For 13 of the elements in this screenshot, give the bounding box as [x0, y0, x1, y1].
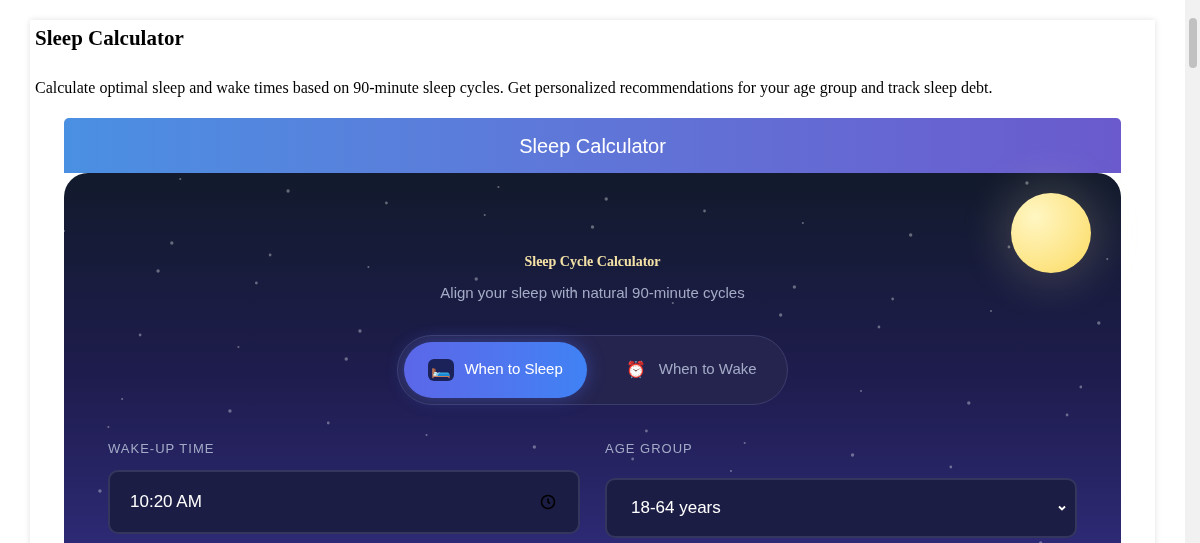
- page-description: Calculate optimal sleep and wake times based on 90-minute sleep cycles. Get personalized recommendations for your age group and track sleep debt.: [35, 78, 994, 98]
- field-label: AGE GROUP: [605, 439, 694, 458]
- widget-header: Sleep Calculator: [64, 118, 1121, 173]
- page-title: Sleep Calculator: [35, 25, 185, 51]
- clock-icon: [540, 494, 556, 510]
- mode-tab[interactable]: 🛏 When to Sleep: [404, 341, 587, 398]
- mode-tab[interactable]: ⏰ When to Wake: [598, 341, 781, 398]
- time-field[interactable]: 10:20 AM: [108, 470, 580, 534]
- field-label: WAKE-UP TIME: [108, 439, 216, 458]
- chevron-down-icon: [1057, 503, 1067, 513]
- calculator-subtitle: Align your sleep with natural 90-minute cycles: [440, 283, 745, 303]
- calculator-title: Sleep Cycle Calculator: [524, 253, 661, 271]
- age-select[interactable]: 18-64 years: [605, 478, 1077, 538]
